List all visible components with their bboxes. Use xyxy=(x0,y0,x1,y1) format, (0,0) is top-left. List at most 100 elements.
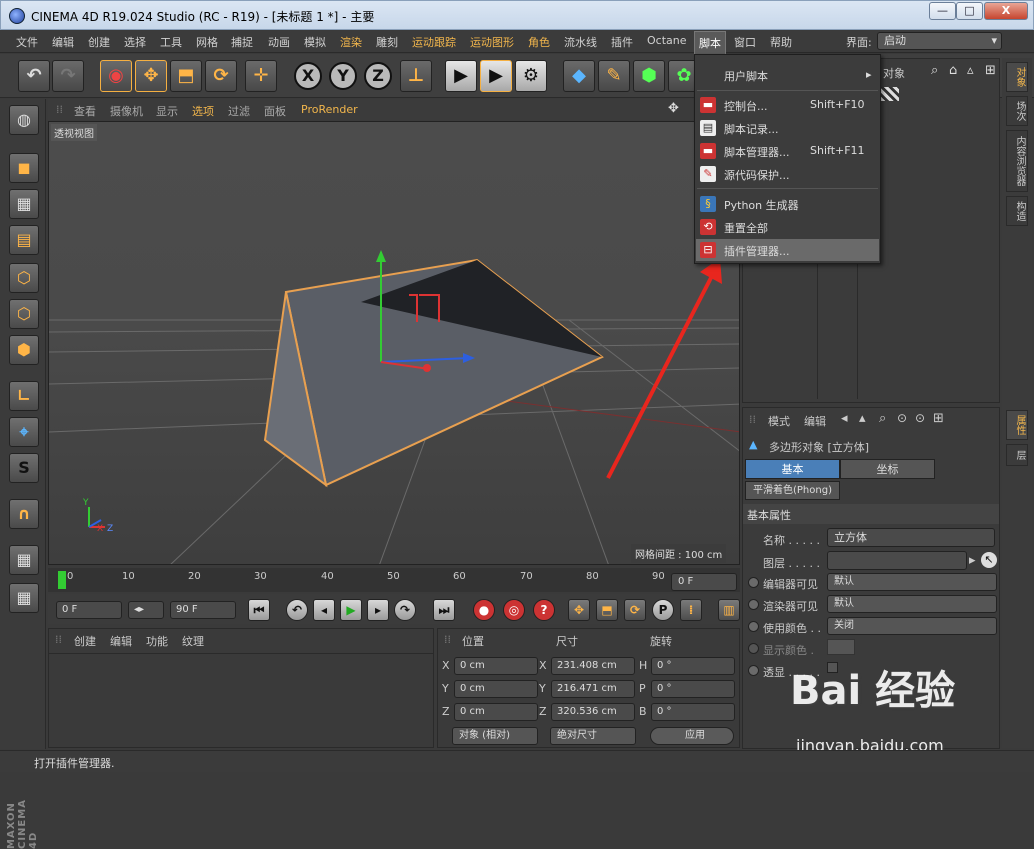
new-panel-icon[interactable]: ⊞ xyxy=(933,411,944,426)
size-x-field[interactable]: 231.408 cm xyxy=(551,657,635,675)
viewport-menu-prorender[interactable]: ProRender xyxy=(301,103,358,116)
attr-menu-mode[interactable]: 模式 xyxy=(768,413,790,429)
key-scale-icon[interactable]: ⬒ xyxy=(596,599,618,621)
scale-icon[interactable]: ⬒ xyxy=(170,60,202,92)
viewport-menu-panel[interactable]: 面板 xyxy=(264,103,286,119)
render-picture-viewer-icon[interactable]: ▶ xyxy=(480,60,512,92)
points-mode-icon[interactable]: ⬡ xyxy=(9,263,39,293)
menu-snap[interactable]: 捕捉 xyxy=(231,34,253,50)
size-mode-select[interactable]: 绝对尺寸 xyxy=(550,727,636,745)
recent-tool-icon[interactable]: ✛ xyxy=(245,60,277,92)
menu-item-console[interactable]: ▬ 控制台... Shift+F10 xyxy=(696,94,879,116)
rot-h-field[interactable]: 0 ° xyxy=(651,657,735,675)
lock-icon[interactable]: ⊙ xyxy=(897,411,907,425)
tab-layers[interactable]: 层 xyxy=(1006,444,1028,466)
menu-simulate[interactable]: 模拟 xyxy=(304,34,326,50)
next-frame-icon[interactable]: ▸ xyxy=(367,599,389,621)
go-to-end-icon[interactable]: ⏭ xyxy=(433,599,455,621)
attr-menu-edit[interactable]: 编辑 xyxy=(804,413,826,429)
menu-render[interactable]: 渲染 xyxy=(340,34,362,50)
coordinate-system-icon[interactable]: ⊥ xyxy=(400,60,432,92)
key-position-icon[interactable]: ✥ xyxy=(568,599,590,621)
play-icon[interactable]: ▶ xyxy=(340,599,362,621)
viewport-nav-icons[interactable]: ✥ xyxy=(668,101,679,116)
viewport-menu-display[interactable]: 显示 xyxy=(156,103,178,119)
timeline-ruler[interactable]: 0 10 20 30 40 50 60 70 80 90 xyxy=(48,568,740,592)
autokey-icon[interactable]: ◎ xyxy=(503,599,525,621)
size-z-field[interactable]: 320.536 cm xyxy=(551,703,635,721)
up-arrow-icon[interactable]: ▵ xyxy=(967,63,974,78)
axis-mode-icon[interactable]: ∟ xyxy=(9,381,39,411)
interface-select[interactable]: 启动 ▾ xyxy=(877,32,1002,50)
material-menu-function[interactable]: 功能 xyxy=(146,633,168,649)
tab-takes[interactable]: 场次 xyxy=(1006,96,1028,126)
snap-icon[interactable]: S xyxy=(9,453,39,483)
minimize-button[interactable]: — xyxy=(929,2,956,20)
settings-icon[interactable]: ⊙ xyxy=(915,411,925,425)
viewport-menu-filter[interactable]: 过滤 xyxy=(228,103,250,119)
render-view-icon[interactable]: ▶ xyxy=(445,60,477,92)
menu-animate[interactable]: 动画 xyxy=(268,34,290,50)
make-editable-icon[interactable]: ◍ xyxy=(9,105,39,135)
live-selection-icon[interactable]: ◉ xyxy=(100,60,132,92)
render-visible-select[interactable]: 默认 xyxy=(827,595,997,613)
rot-p-field[interactable]: 0 ° xyxy=(651,680,735,698)
menu-plugins[interactable]: 插件 xyxy=(611,34,633,50)
next-key-icon[interactable]: ↷ xyxy=(394,599,416,621)
undo-icon[interactable]: ↶ xyxy=(18,60,50,92)
layer-field[interactable] xyxy=(827,551,967,570)
redo-icon[interactable]: ↷ xyxy=(52,60,84,92)
coord-mode-select[interactable]: 对象 (相对) xyxy=(452,727,538,745)
render-visible-radio[interactable] xyxy=(748,599,759,610)
viewport-menu-camera[interactable]: 摄像机 xyxy=(110,103,143,119)
viewport-menu-view[interactable]: 查看 xyxy=(74,103,96,119)
menu-mograph[interactable]: 运动图形 xyxy=(470,34,514,50)
grid-lock-icon[interactable]: ▦ xyxy=(9,545,39,575)
record-icon[interactable]: ● xyxy=(473,599,495,621)
menu-sculpt[interactable]: 雕刻 xyxy=(376,34,398,50)
menu-octane[interactable]: Octane xyxy=(647,34,687,47)
tweak-mode-icon[interactable]: ⌖ xyxy=(9,417,39,447)
menu-help[interactable]: 帮助 xyxy=(770,34,792,50)
menu-item-python-generator[interactable]: § Python 生成器 xyxy=(696,193,879,215)
pos-z-field[interactable]: 0 cm xyxy=(454,703,538,721)
size-y-field[interactable]: 216.471 cm xyxy=(551,680,635,698)
prev-key-icon[interactable]: ↶ xyxy=(286,599,308,621)
use-color-radio[interactable] xyxy=(748,621,759,632)
menu-create[interactable]: 创建 xyxy=(88,34,110,50)
editor-visible-radio[interactable] xyxy=(748,577,759,588)
menu-pipeline[interactable]: 流水线 xyxy=(564,34,597,50)
layer-arrow-icon[interactable]: ▸ xyxy=(969,553,976,568)
menu-item-script-manager[interactable]: ▬ 脚本管理器... Shift+F11 xyxy=(696,140,879,162)
magnet-icon[interactable]: ∩ xyxy=(9,499,39,529)
cube-icon[interactable]: ◆ xyxy=(563,60,595,92)
display-color-radio[interactable] xyxy=(748,643,759,654)
subdivision-icon[interactable]: ⬢ xyxy=(633,60,665,92)
workplane-mode-icon[interactable]: ▤ xyxy=(9,225,39,255)
tab-phong[interactable]: 平滑着色(Phong) xyxy=(745,481,840,500)
menu-item-script-log[interactable]: ▤ 脚本记录... xyxy=(696,117,879,139)
key-pla-icon[interactable]: ⁞ xyxy=(680,599,702,621)
pen-icon[interactable]: ✎ xyxy=(598,60,630,92)
y-axis-lock-icon[interactable]: Y xyxy=(329,62,357,90)
material-menu-create[interactable]: 创建 xyxy=(74,633,96,649)
use-color-select[interactable]: 关闭 xyxy=(827,617,997,635)
end-frame-field[interactable]: 90 F xyxy=(170,601,236,619)
new-panel-icon[interactable]: ⊞ xyxy=(985,63,996,78)
x-axis-lock-icon[interactable]: X xyxy=(294,62,322,90)
tab-content-browser[interactable]: 内容浏览器 xyxy=(1006,130,1028,192)
playhead[interactable] xyxy=(58,571,66,589)
material-menu-edit[interactable]: 编辑 xyxy=(110,633,132,649)
maximize-button[interactable]: □ xyxy=(956,2,983,20)
search-icon[interactable]: ⌕ xyxy=(879,411,886,426)
workplane-lock-icon[interactable]: ▦ xyxy=(9,583,39,613)
checker-tag-icon[interactable] xyxy=(881,87,899,101)
back-arrow-icon[interactable]: ◂ xyxy=(841,411,848,426)
editor-visible-select[interactable]: 默认 xyxy=(827,573,997,591)
viewport-menu-options[interactable]: 选项 xyxy=(192,103,214,119)
move-icon[interactable]: ✥ xyxy=(135,60,167,92)
menu-tools[interactable]: 工具 xyxy=(160,34,182,50)
menu-select[interactable]: 选择 xyxy=(124,34,146,50)
range-slider[interactable]: ◂▸ xyxy=(128,601,164,619)
menu-item-reset-all[interactable]: ⟲ 重置全部 xyxy=(696,216,879,238)
